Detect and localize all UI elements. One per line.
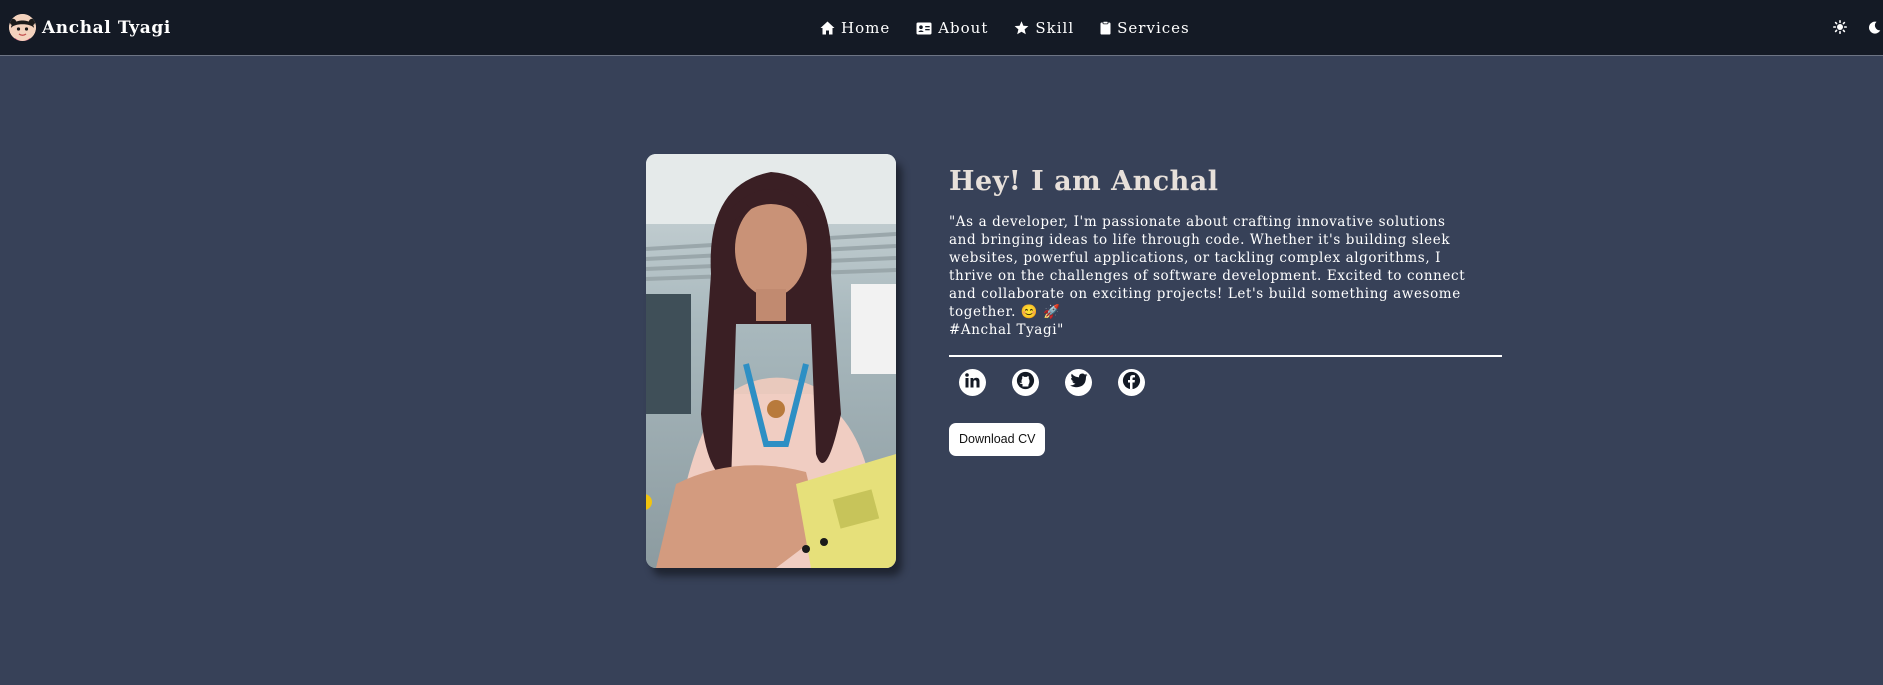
hero-bio: "As a developer, I'm passionate about cr… [949,214,1466,338]
brand-logo-link[interactable]: Anchal Tyagi [9,14,171,41]
star-icon [1014,21,1029,35]
hero-content: Hey! I am Anchal "As a developer, I'm pa… [949,164,1503,456]
nav-services-label: Services [1117,19,1190,37]
profile-photo-illustration [646,154,896,568]
avatar-icon [9,14,36,41]
facebook-link[interactable] [1118,369,1145,396]
sun-icon [1833,19,1847,38]
brand-name: Anchal Tyagi [42,17,171,38]
light-theme-button[interactable] [1832,19,1848,38]
nav-about-link[interactable]: About [916,19,988,37]
facebook-icon [1122,371,1141,394]
main-nav: Home About Skill Services [820,19,1190,37]
nav-about-label: About [938,19,989,37]
nav-skill-label: Skill [1035,19,1075,37]
twitter-icon [1069,373,1088,392]
nav-home-label: Home [841,19,891,37]
dark-theme-button[interactable] [1866,20,1882,36]
download-cv-button[interactable]: Download CV [949,423,1046,456]
github-icon [1016,371,1035,394]
linkedin-link[interactable] [959,369,986,396]
hero-title: Hey! I am Anchal [949,166,1219,197]
nav-services-link[interactable]: Services [1100,19,1190,37]
social-links [959,369,1503,396]
profile-photo [646,154,896,568]
linkedin-icon [965,373,980,392]
github-link[interactable] [1012,369,1039,396]
home-icon [820,21,835,35]
nav-home-link[interactable]: Home [820,19,890,37]
moon-icon [1868,19,1881,38]
twitter-link[interactable] [1065,369,1092,396]
clipboard-icon [1100,21,1111,35]
divider [949,355,1502,357]
id-card-icon [916,22,932,35]
nav-skill-link[interactable]: Skill [1014,19,1074,37]
navbar: Anchal Tyagi Home About Skill Services [0,0,1883,56]
